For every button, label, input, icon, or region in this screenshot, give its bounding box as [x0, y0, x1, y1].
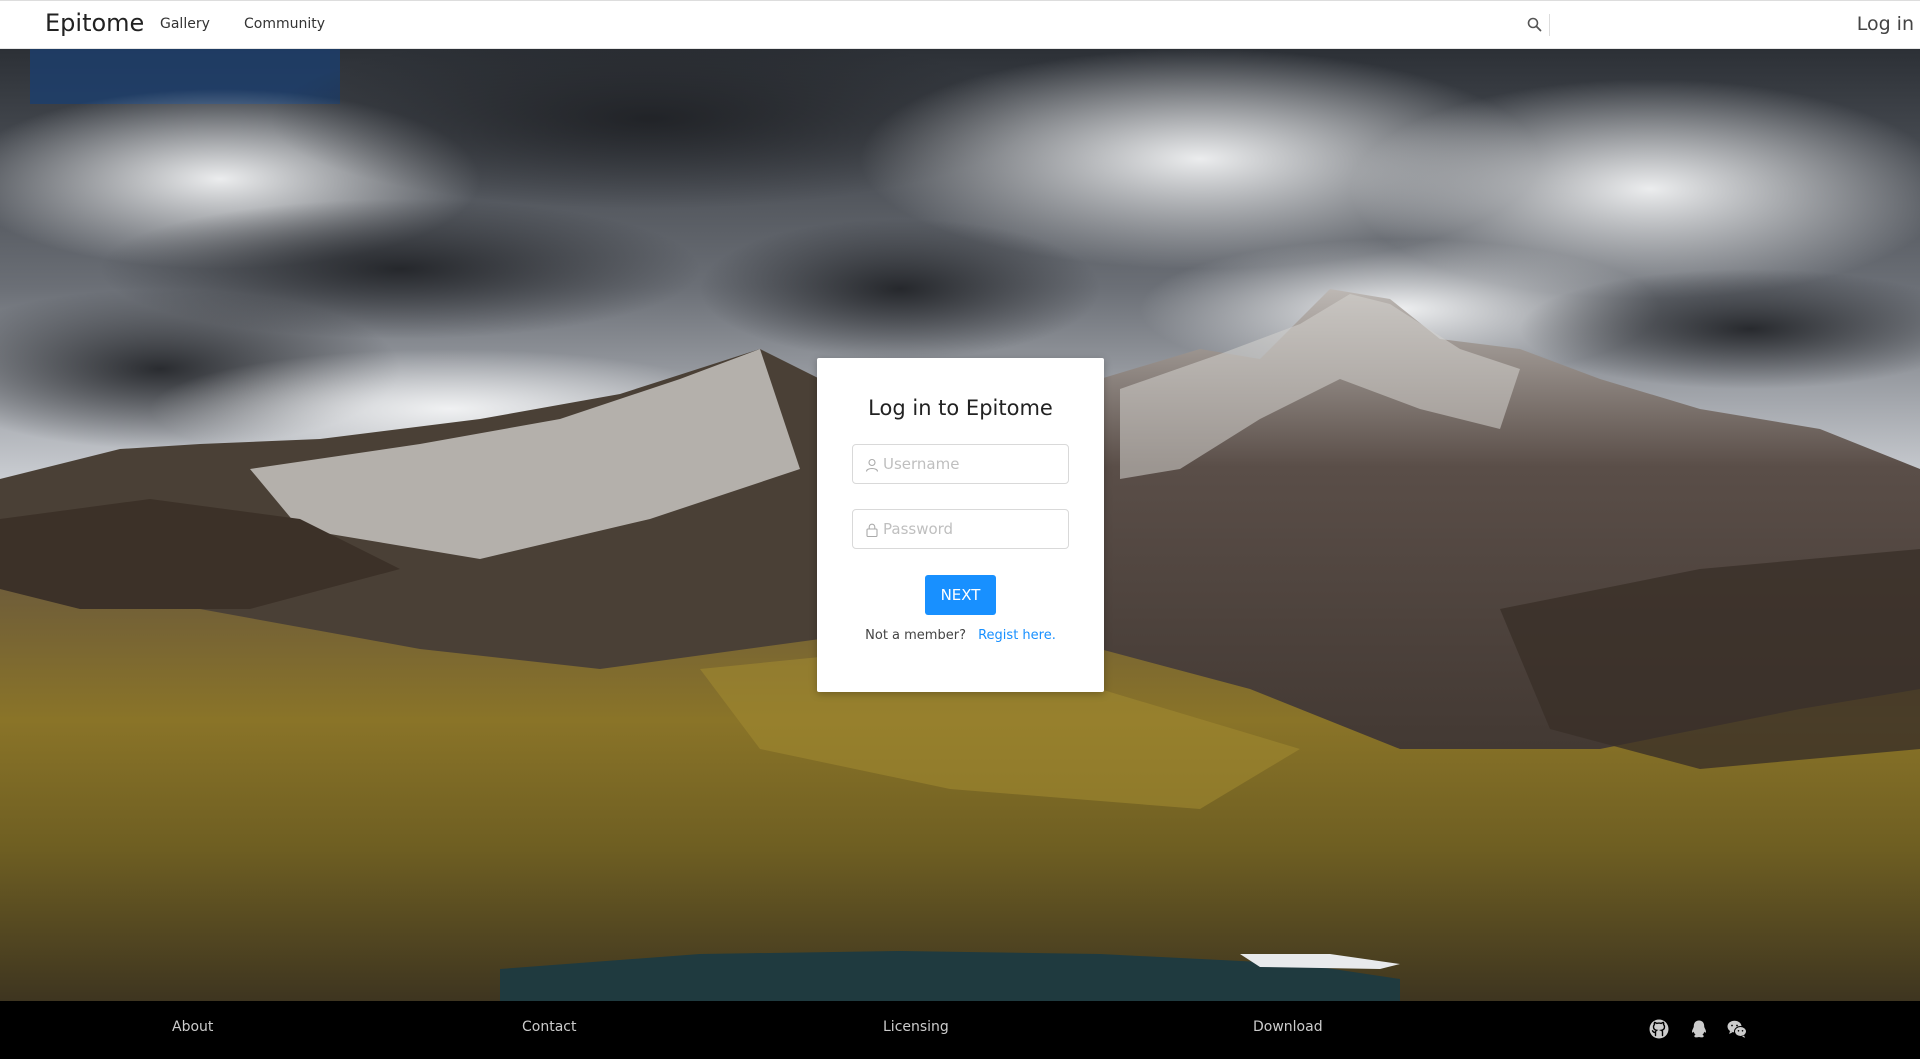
footer-contact-link[interactable]: Contact [522, 1019, 576, 1035]
register-prompt: Not a member? Regist here. [817, 628, 1104, 643]
nav-gallery[interactable]: Gallery [160, 16, 210, 32]
site-logo[interactable]: Epitome [45, 9, 144, 37]
search-icon[interactable] [1526, 16, 1544, 34]
not-member-text: Not a member? [865, 628, 966, 643]
footer-about-link[interactable]: About [172, 1019, 213, 1035]
lock-icon [865, 522, 879, 538]
search-divider [1549, 14, 1550, 36]
login-link[interactable]: Log in [1857, 13, 1914, 35]
footer: About Contact Licensing Download [0, 1001, 1920, 1059]
footer-download-link[interactable]: Download [1253, 1019, 1323, 1035]
footer-licensing-link[interactable]: Licensing [883, 1019, 949, 1035]
username-input[interactable] [883, 445, 1063, 483]
top-navbar: Epitome Gallery Community Log in [0, 0, 1920, 49]
login-title: Log in to Epitome [868, 396, 1053, 420]
password-input[interactable] [883, 510, 1063, 548]
password-field[interactable] [852, 509, 1069, 549]
username-field[interactable] [852, 444, 1069, 484]
nav-community[interactable]: Community [244, 16, 325, 32]
regist-link[interactable]: Regist here. [978, 628, 1056, 643]
next-button[interactable]: NEXT [925, 575, 996, 615]
login-card: Log in to Epitome NEXT Not a member? Reg… [817, 358, 1104, 692]
github-icon[interactable] [1648, 1018, 1670, 1040]
qq-icon[interactable] [1688, 1018, 1710, 1040]
wechat-icon[interactable] [1726, 1018, 1748, 1040]
user-icon [865, 457, 879, 472]
